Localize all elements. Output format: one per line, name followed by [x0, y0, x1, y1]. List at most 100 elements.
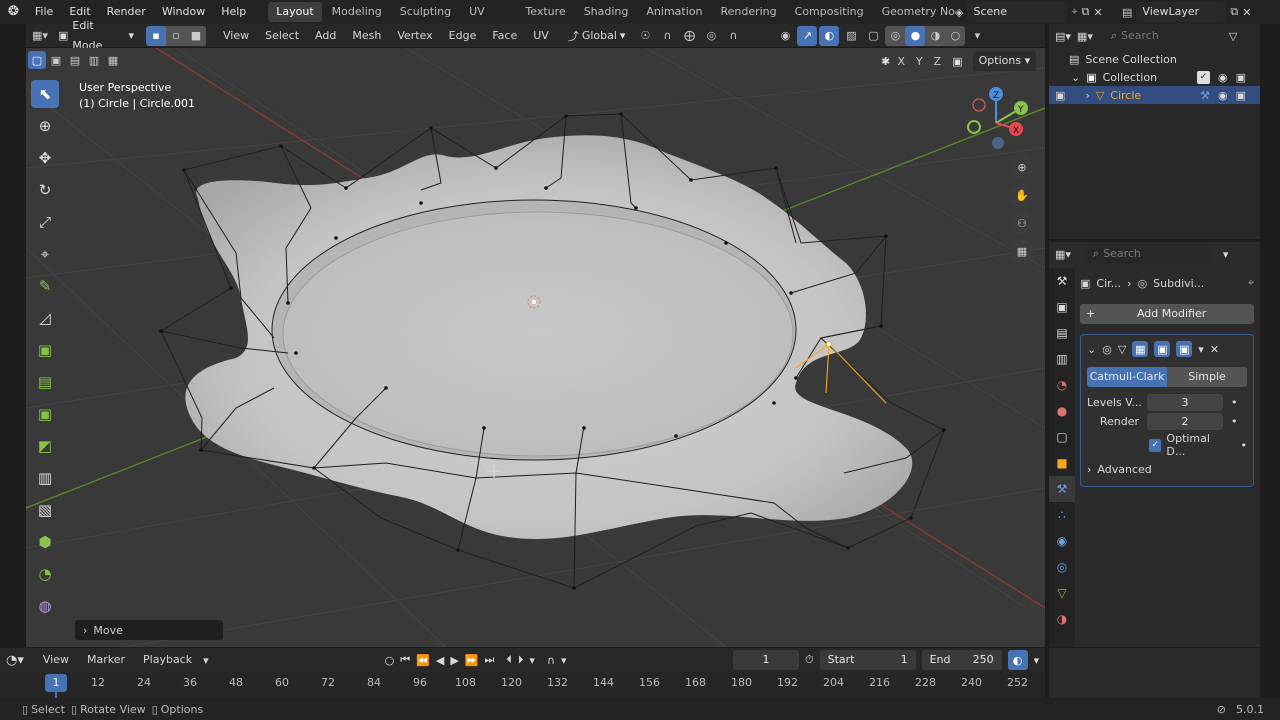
- options-dropdown[interactable]: Options ▾: [972, 51, 1037, 71]
- object-mode-icon[interactable]: ▣: [1055, 89, 1065, 102]
- menu-face[interactable]: Face: [485, 26, 524, 46]
- menu-edge[interactable]: Edge: [442, 26, 484, 46]
- zoom-icon[interactable]: ⊕: [1011, 156, 1033, 178]
- keyframe-dot-icon[interactable]: •: [1231, 415, 1238, 428]
- mirror-y-toggle[interactable]: Y: [912, 51, 926, 71]
- perspective-toggle-icon[interactable]: ▦: [1011, 240, 1033, 262]
- pan-hand-icon[interactable]: ✋: [1011, 184, 1033, 206]
- workspace-tab-layout[interactable]: Layout: [268, 2, 322, 22]
- 3d-viewport[interactable]: Z Y X User Perspective (1) Circle | Circ…: [26, 48, 1045, 647]
- pin-icon[interactable]: ⌖: [1071, 5, 1077, 19]
- bevel-tool-icon[interactable]: ◩: [31, 432, 59, 460]
- object-tab-icon[interactable]: ■: [1049, 450, 1075, 476]
- mesh-overlay-icon[interactable]: ▨: [841, 26, 861, 46]
- sync-icon[interactable]: ◐: [1007, 650, 1028, 670]
- start-frame-field[interactable]: Start 1: [819, 650, 916, 670]
- play-icon[interactable]: ▶: [450, 654, 458, 667]
- extrude-tool-icon[interactable]: ▤: [31, 368, 59, 396]
- tab-simple[interactable]: Simple: [1167, 367, 1247, 387]
- overlay-toggle-icon[interactable]: ◐: [819, 25, 840, 46]
- scene-field[interactable]: Scene: [967, 2, 1068, 22]
- timeline-editor-icon[interactable]: ◔▾: [6, 653, 24, 668]
- snap-icon[interactable]: ∩: [657, 26, 677, 46]
- filter-icon[interactable]: ▽: [1229, 30, 1237, 43]
- stopwatch-icon[interactable]: ⏱: [805, 653, 814, 667]
- measure-tool-icon[interactable]: ◿: [31, 304, 59, 332]
- mode-selector[interactable]: ▣ Edit Mode ▾: [52, 19, 140, 52]
- wireframe-shading-icon[interactable]: ◎: [885, 26, 905, 46]
- menu-mesh[interactable]: Mesh: [345, 26, 388, 46]
- cursor-tool-icon[interactable]: ⊕: [31, 112, 59, 140]
- close-view-layer-icon[interactable]: ✕: [1242, 6, 1251, 19]
- falloff-icon[interactable]: ∩: [723, 26, 743, 46]
- poly-build-tool-icon[interactable]: ⬢: [31, 528, 59, 556]
- data-tab-icon[interactable]: ▽: [1049, 580, 1075, 606]
- properties-search[interactable]: ⌕ Search: [1086, 244, 1209, 264]
- annotate-tool-icon[interactable]: ✎: [31, 272, 59, 300]
- exclude-checkbox[interactable]: ✓: [1196, 70, 1210, 84]
- scene-selector[interactable]: ◈ Scene ⌖ ⧉ ✕: [955, 2, 1103, 22]
- optimal-display-checkbox[interactable]: ✓: [1149, 438, 1162, 452]
- xray-icon[interactable]: ▢: [863, 26, 883, 46]
- modifier-tab-icon[interactable]: ⚒: [1049, 476, 1075, 502]
- snapping-icon[interactable]: ▣: [952, 55, 962, 68]
- edit-cage-icon[interactable]: ▽: [1118, 343, 1126, 356]
- outliner-row-circle[interactable]: ▣ › ▽ Circle ⚒ ◉ ▣: [1049, 86, 1260, 104]
- gizmo-toggle-icon[interactable]: ↗: [797, 25, 818, 46]
- prev-keyframe-icon[interactable]: ⏪: [416, 654, 430, 667]
- rotate-tool-icon[interactable]: ↻: [31, 176, 59, 204]
- menu-file[interactable]: File: [27, 0, 61, 24]
- rendered-shading-icon[interactable]: ○: [945, 26, 965, 46]
- physics-tab-icon[interactable]: ◉: [1049, 528, 1075, 554]
- chevron-down-icon[interactable]: ▾: [561, 654, 567, 667]
- smooth-tool-icon[interactable]: ◍: [31, 592, 59, 620]
- menu-uv[interactable]: UV: [526, 26, 556, 46]
- levels-viewport-field[interactable]: 3: [1147, 393, 1223, 411]
- camera-view-icon[interactable]: ⚇: [1011, 212, 1033, 234]
- mirror-x-toggle[interactable]: X: [894, 51, 908, 71]
- workspace-tab-modeling[interactable]: Modeling: [324, 2, 390, 22]
- menu-vertex[interactable]: Vertex: [390, 26, 439, 46]
- advanced-subpanel[interactable]: › Advanced: [1087, 460, 1247, 478]
- visibility-eye-icon[interactable]: ◉: [1218, 71, 1228, 84]
- next-frame-icon[interactable]: ⏵: [518, 653, 524, 667]
- snap-target-icon[interactable]: ⨁: [679, 26, 699, 46]
- remove-modifier-icon[interactable]: ✕: [1210, 343, 1219, 356]
- gizmo-neg-x-icon[interactable]: [972, 98, 986, 112]
- select-intersect-icon[interactable]: ▦: [104, 51, 122, 69]
- chevron-right-icon[interactable]: ›: [1085, 89, 1089, 102]
- prev-frame-icon[interactable]: ⏴: [506, 653, 512, 667]
- viewport-toggle-icon[interactable]: ▣: [1154, 341, 1171, 357]
- new-view-layer-icon[interactable]: ⧉: [1230, 5, 1238, 19]
- select-subtract-icon[interactable]: ▤: [66, 51, 84, 69]
- view-layer-field[interactable]: ViewLayer: [1136, 2, 1227, 22]
- workspace-tab-uv-editing[interactable]: UV Editing: [461, 2, 515, 22]
- tab-catmull-clark[interactable]: Catmull-Clark: [1087, 367, 1167, 387]
- outliner-row-collection[interactable]: ⌄ ▣ Collection ✓ ◉ ▣: [1049, 68, 1260, 86]
- editor-type-icon[interactable]: ▦▾: [30, 26, 50, 46]
- material-tab-icon[interactable]: ◑: [1049, 606, 1075, 632]
- tool-tab-icon[interactable]: ⚒: [1049, 268, 1075, 294]
- render-camera-icon[interactable]: ▣: [1236, 71, 1246, 84]
- timeline-menu-playback[interactable]: Playback: [136, 650, 199, 670]
- menu-window[interactable]: Window: [154, 0, 213, 24]
- workspace-tab-geometry-nodes[interactable]: Geometry Nodes: [874, 2, 957, 22]
- outliner-search[interactable]: ⌕ Search: [1104, 26, 1223, 46]
- menu-select[interactable]: Select: [258, 26, 306, 46]
- select-extend-icon[interactable]: ▣: [47, 51, 65, 69]
- timeline-menu-view[interactable]: View: [36, 650, 76, 670]
- workspace-tab-animation[interactable]: Animation: [638, 2, 710, 22]
- jump-end-icon[interactable]: ⏭: [485, 653, 495, 667]
- inset-tool-icon[interactable]: ▣: [31, 400, 59, 428]
- workspace-tab-shading[interactable]: Shading: [576, 2, 637, 22]
- chevron-down-icon[interactable]: ▾: [529, 654, 535, 667]
- collection-tab-icon[interactable]: ▢: [1049, 424, 1075, 450]
- pivot-icon[interactable]: ☉: [635, 26, 655, 46]
- vertex-select-icon[interactable]: ▪: [146, 25, 166, 46]
- knife-tool-icon[interactable]: ▧: [31, 496, 59, 524]
- chevron-down-icon[interactable]: ⌄: [1071, 71, 1080, 84]
- output-tab-icon[interactable]: ▤: [1049, 320, 1075, 346]
- workspace-tab-sculpting[interactable]: Sculpting: [392, 2, 459, 22]
- menu-add[interactable]: Add: [308, 26, 343, 46]
- face-select-icon[interactable]: ■: [186, 26, 206, 46]
